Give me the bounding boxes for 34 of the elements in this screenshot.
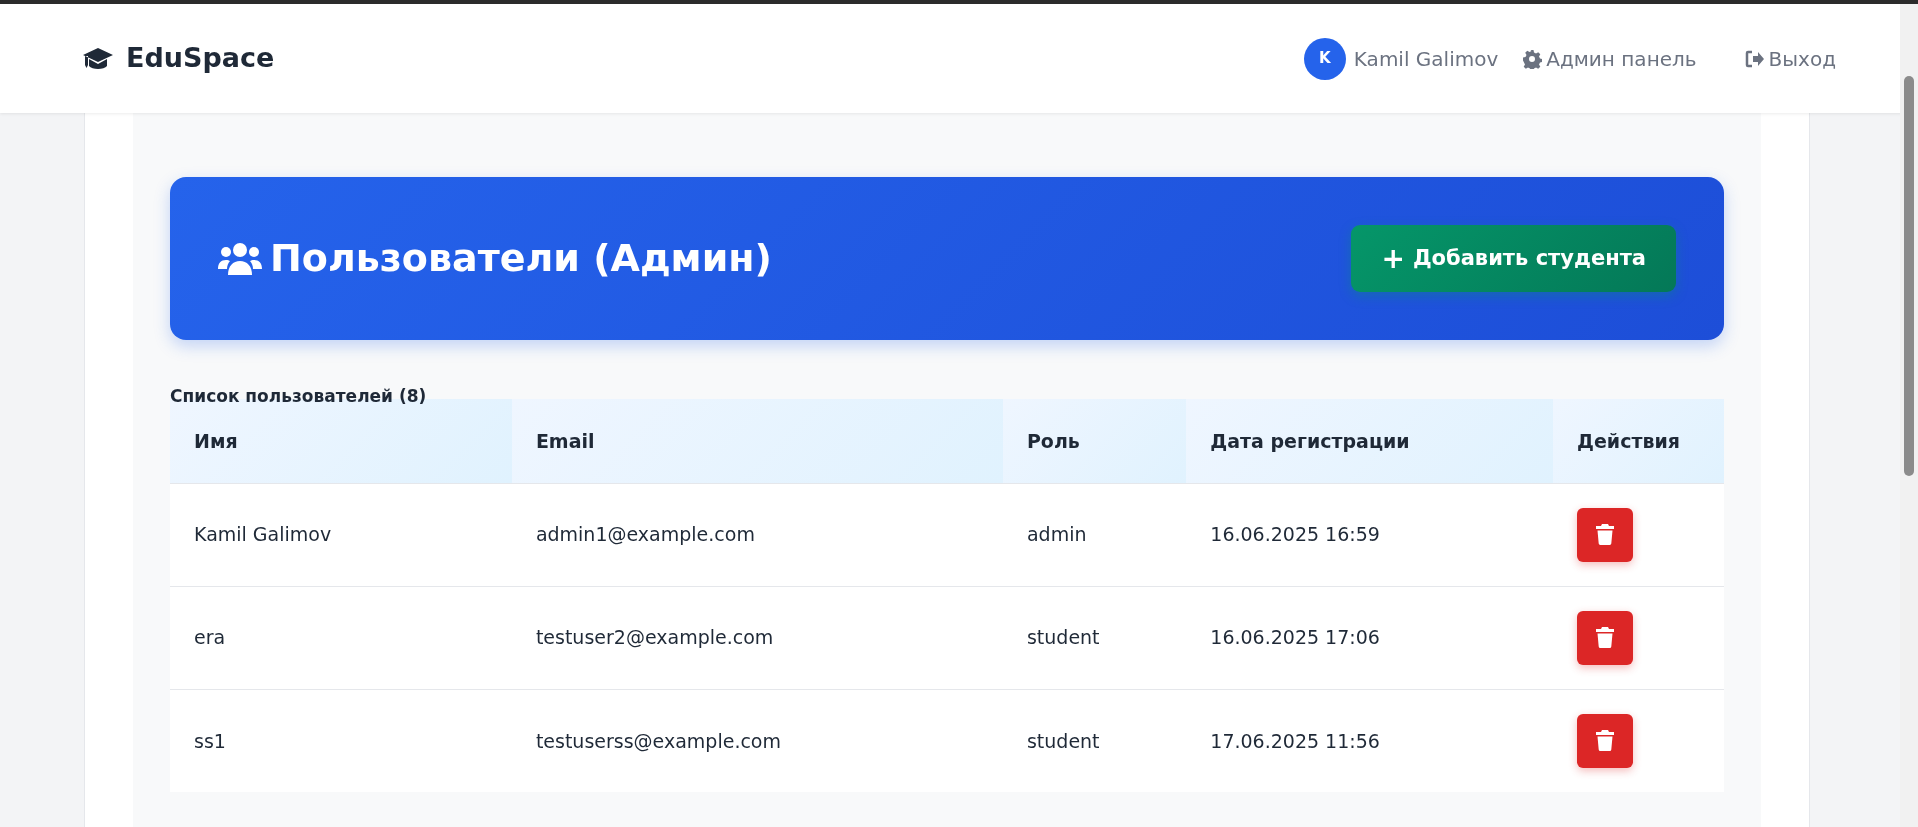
scrollbar-thumb[interactable]: [1904, 76, 1914, 476]
user-name: Kamil Galimov: [1353, 45, 1499, 73]
table-cell: 16.06.2025 17:06: [1186, 586, 1554, 689]
table-cell: testuser2@example.com: [511, 586, 1003, 689]
table-cell: Kamil Galimov: [170, 483, 512, 586]
table-cell: 16.06.2025 16:59: [1186, 483, 1554, 586]
delete-button[interactable]: [1577, 610, 1634, 665]
user-avatar: K: [1303, 37, 1346, 80]
gear-icon: [1522, 48, 1543, 69]
table-cell: era: [170, 586, 512, 689]
add-student-button[interactable]: + Добавить студента: [1351, 224, 1676, 293]
graduation-cap-icon: [82, 45, 114, 72]
column-header: Дата регистрации: [1186, 399, 1554, 483]
delete-button[interactable]: [1577, 713, 1634, 768]
admin-panel-link[interactable]: Админ панель: [1522, 43, 1697, 74]
page-title: Пользователи (Админ): [270, 235, 772, 282]
column-header: Роль: [1002, 399, 1187, 483]
logout-link[interactable]: Выход: [1744, 43, 1836, 74]
table-cell: admin: [1002, 483, 1187, 586]
logout-icon: [1744, 49, 1765, 68]
table-cell: student: [1002, 689, 1187, 792]
users-icon: [218, 240, 262, 277]
brand-name[interactable]: EduSpace: [126, 38, 275, 79]
table-cell: ss1: [170, 689, 512, 792]
column-header: Email: [511, 399, 1003, 483]
table-cell: admin1@example.com: [511, 483, 1003, 586]
trash-icon: [1596, 627, 1615, 648]
delete-button[interactable]: [1577, 507, 1634, 562]
trash-icon: [1596, 730, 1615, 752]
trash-icon: [1596, 524, 1615, 545]
column-header: Действия: [1553, 399, 1724, 483]
table-cell: 17.06.2025 11:56: [1186, 689, 1554, 792]
table-cell: testuserss@example.com: [511, 689, 1003, 792]
table-cell: student: [1002, 586, 1187, 689]
